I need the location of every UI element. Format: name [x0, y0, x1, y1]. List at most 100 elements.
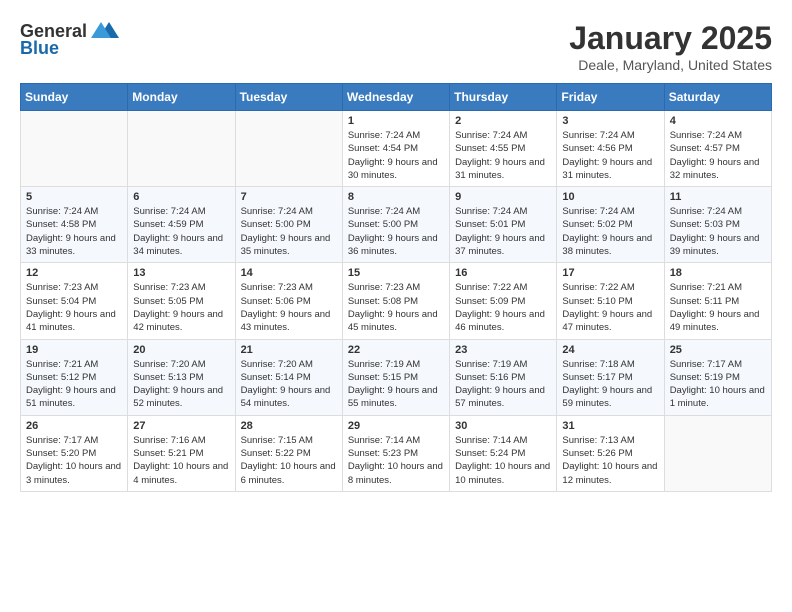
- table-row: 30 Sunrise: 7:14 AM Sunset: 5:24 PM Dayl…: [450, 415, 557, 491]
- day-number: 31: [562, 420, 658, 432]
- day-number: 22: [348, 344, 444, 356]
- sunrise-text: Sunrise: 7:20 AM: [133, 359, 205, 370]
- day-info: Sunrise: 7:14 AM Sunset: 5:23 PM Dayligh…: [348, 434, 444, 487]
- day-info: Sunrise: 7:21 AM Sunset: 5:11 PM Dayligh…: [670, 281, 766, 334]
- day-info: Sunrise: 7:19 AM Sunset: 5:16 PM Dayligh…: [455, 358, 551, 411]
- daylight-text: Daylight: 9 hours and 42 minutes.: [133, 309, 223, 333]
- calendar-week-4: 26 Sunrise: 7:17 AM Sunset: 5:20 PM Dayl…: [21, 415, 772, 491]
- header-friday: Friday: [557, 84, 664, 111]
- day-info: Sunrise: 7:21 AM Sunset: 5:12 PM Dayligh…: [26, 358, 122, 411]
- day-number: 15: [348, 267, 444, 279]
- daylight-text: Daylight: 9 hours and 34 minutes.: [133, 233, 223, 257]
- day-info: Sunrise: 7:24 AM Sunset: 5:00 PM Dayligh…: [241, 205, 337, 258]
- table-row: 17 Sunrise: 7:22 AM Sunset: 5:10 PM Dayl…: [557, 263, 664, 339]
- daylight-text: Daylight: 9 hours and 39 minutes.: [670, 233, 760, 257]
- table-row: 12 Sunrise: 7:23 AM Sunset: 5:04 PM Dayl…: [21, 263, 128, 339]
- day-number: 1: [348, 115, 444, 127]
- sunset-text: Sunset: 5:14 PM: [241, 372, 311, 383]
- sunrise-text: Sunrise: 7:24 AM: [670, 206, 742, 217]
- day-number: 16: [455, 267, 551, 279]
- daylight-text: Daylight: 9 hours and 37 minutes.: [455, 233, 545, 257]
- day-number: 25: [670, 344, 766, 356]
- daylight-text: Daylight: 9 hours and 54 minutes.: [241, 385, 331, 409]
- sunrise-text: Sunrise: 7:22 AM: [562, 282, 634, 293]
- table-row: 31 Sunrise: 7:13 AM Sunset: 5:26 PM Dayl…: [557, 415, 664, 491]
- table-row: 25 Sunrise: 7:17 AM Sunset: 5:19 PM Dayl…: [664, 339, 771, 415]
- sunrise-text: Sunrise: 7:24 AM: [348, 206, 420, 217]
- table-row: [21, 111, 128, 187]
- sunrise-text: Sunrise: 7:21 AM: [26, 359, 98, 370]
- calendar-subtitle: Deale, Maryland, United States: [569, 57, 772, 73]
- title-block: January 2025 Deale, Maryland, United Sta…: [569, 20, 772, 73]
- day-number: 13: [133, 267, 229, 279]
- daylight-text: Daylight: 9 hours and 57 minutes.: [455, 385, 545, 409]
- sunset-text: Sunset: 5:19 PM: [670, 372, 740, 383]
- daylight-text: Daylight: 9 hours and 31 minutes.: [562, 157, 652, 181]
- day-number: 18: [670, 267, 766, 279]
- daylight-text: Daylight: 10 hours and 6 minutes.: [241, 461, 336, 485]
- table-row: 6 Sunrise: 7:24 AM Sunset: 4:59 PM Dayli…: [128, 187, 235, 263]
- day-info: Sunrise: 7:22 AM Sunset: 5:09 PM Dayligh…: [455, 281, 551, 334]
- header-monday: Monday: [128, 84, 235, 111]
- day-number: 28: [241, 420, 337, 432]
- day-info: Sunrise: 7:24 AM Sunset: 4:58 PM Dayligh…: [26, 205, 122, 258]
- sunrise-text: Sunrise: 7:23 AM: [133, 282, 205, 293]
- daylight-text: Daylight: 9 hours and 55 minutes.: [348, 385, 438, 409]
- sunrise-text: Sunrise: 7:24 AM: [133, 206, 205, 217]
- table-row: [128, 111, 235, 187]
- calendar-week-3: 19 Sunrise: 7:21 AM Sunset: 5:12 PM Dayl…: [21, 339, 772, 415]
- table-row: 9 Sunrise: 7:24 AM Sunset: 5:01 PM Dayli…: [450, 187, 557, 263]
- daylight-text: Daylight: 10 hours and 12 minutes.: [562, 461, 657, 485]
- calendar-week-0: 1 Sunrise: 7:24 AM Sunset: 4:54 PM Dayli…: [21, 111, 772, 187]
- table-row: 5 Sunrise: 7:24 AM Sunset: 4:58 PM Dayli…: [21, 187, 128, 263]
- sunset-text: Sunset: 5:00 PM: [241, 219, 311, 230]
- table-row: [235, 111, 342, 187]
- sunset-text: Sunset: 5:06 PM: [241, 296, 311, 307]
- day-info: Sunrise: 7:24 AM Sunset: 4:56 PM Dayligh…: [562, 129, 658, 182]
- day-number: 10: [562, 191, 658, 203]
- header-thursday: Thursday: [450, 84, 557, 111]
- table-row: 4 Sunrise: 7:24 AM Sunset: 4:57 PM Dayli…: [664, 111, 771, 187]
- day-number: 4: [670, 115, 766, 127]
- day-number: 3: [562, 115, 658, 127]
- table-row: 1 Sunrise: 7:24 AM Sunset: 4:54 PM Dayli…: [342, 111, 449, 187]
- sunset-text: Sunset: 5:08 PM: [348, 296, 418, 307]
- day-number: 27: [133, 420, 229, 432]
- table-row: 10 Sunrise: 7:24 AM Sunset: 5:02 PM Dayl…: [557, 187, 664, 263]
- day-number: 12: [26, 267, 122, 279]
- day-info: Sunrise: 7:23 AM Sunset: 5:04 PM Dayligh…: [26, 281, 122, 334]
- day-number: 19: [26, 344, 122, 356]
- day-number: 5: [26, 191, 122, 203]
- daylight-text: Daylight: 10 hours and 4 minutes.: [133, 461, 228, 485]
- daylight-text: Daylight: 9 hours and 51 minutes.: [26, 385, 116, 409]
- day-info: Sunrise: 7:22 AM Sunset: 5:10 PM Dayligh…: [562, 281, 658, 334]
- table-row: 14 Sunrise: 7:23 AM Sunset: 5:06 PM Dayl…: [235, 263, 342, 339]
- daylight-text: Daylight: 9 hours and 41 minutes.: [26, 309, 116, 333]
- calendar-week-2: 12 Sunrise: 7:23 AM Sunset: 5:04 PM Dayl…: [21, 263, 772, 339]
- day-number: 8: [348, 191, 444, 203]
- sunset-text: Sunset: 5:15 PM: [348, 372, 418, 383]
- sunrise-text: Sunrise: 7:19 AM: [455, 359, 527, 370]
- daylight-text: Daylight: 10 hours and 1 minute.: [670, 385, 765, 409]
- header-tuesday: Tuesday: [235, 84, 342, 111]
- day-info: Sunrise: 7:24 AM Sunset: 4:57 PM Dayligh…: [670, 129, 766, 182]
- header-saturday: Saturday: [664, 84, 771, 111]
- sunset-text: Sunset: 4:54 PM: [348, 143, 418, 154]
- sunrise-text: Sunrise: 7:17 AM: [670, 359, 742, 370]
- table-row: [664, 415, 771, 491]
- table-row: 7 Sunrise: 7:24 AM Sunset: 5:00 PM Dayli…: [235, 187, 342, 263]
- daylight-text: Daylight: 9 hours and 36 minutes.: [348, 233, 438, 257]
- sunset-text: Sunset: 5:05 PM: [133, 296, 203, 307]
- day-info: Sunrise: 7:24 AM Sunset: 5:00 PM Dayligh…: [348, 205, 444, 258]
- calendar-title: January 2025: [569, 20, 772, 57]
- sunset-text: Sunset: 5:10 PM: [562, 296, 632, 307]
- sunset-text: Sunset: 5:24 PM: [455, 448, 525, 459]
- sunset-text: Sunset: 5:20 PM: [26, 448, 96, 459]
- day-number: 20: [133, 344, 229, 356]
- daylight-text: Daylight: 9 hours and 31 minutes.: [455, 157, 545, 181]
- daylight-text: Daylight: 9 hours and 49 minutes.: [670, 309, 760, 333]
- day-info: Sunrise: 7:14 AM Sunset: 5:24 PM Dayligh…: [455, 434, 551, 487]
- sunset-text: Sunset: 4:57 PM: [670, 143, 740, 154]
- day-number: 14: [241, 267, 337, 279]
- table-row: 20 Sunrise: 7:20 AM Sunset: 5:13 PM Dayl…: [128, 339, 235, 415]
